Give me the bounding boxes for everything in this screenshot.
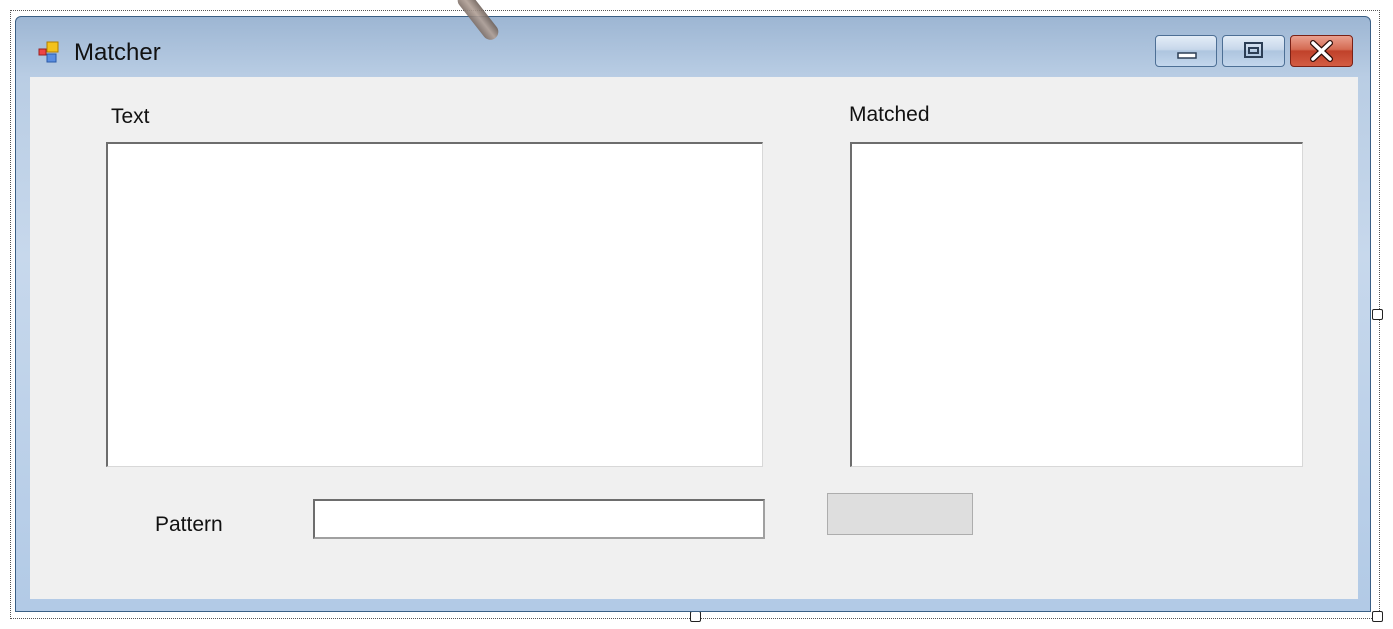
matched-label: Matched	[849, 103, 930, 126]
resize-handle-corner[interactable]	[1372, 611, 1383, 622]
pattern-label: Pattern	[155, 513, 223, 536]
maximize-button[interactable]	[1222, 35, 1285, 67]
form-window: Matcher Text Matched Pattern	[15, 16, 1371, 612]
restore-icon	[1244, 42, 1263, 58]
form-client-area: Text Matched Pattern	[30, 77, 1358, 599]
resize-handle-bottom[interactable]	[690, 611, 701, 622]
minimize-icon	[1177, 52, 1197, 59]
close-icon	[1310, 40, 1333, 62]
minimize-button[interactable]	[1155, 35, 1217, 67]
matched-output[interactable]	[850, 142, 1303, 467]
text-input[interactable]	[106, 142, 763, 467]
pattern-input[interactable]	[313, 499, 765, 539]
app-icon	[38, 41, 59, 63]
window-title: Matcher	[74, 39, 161, 66]
title-bar[interactable]: Matcher	[16, 17, 1370, 77]
match-button[interactable]	[827, 493, 973, 535]
resize-handle-right[interactable]	[1372, 309, 1383, 320]
close-button[interactable]	[1290, 35, 1353, 67]
text-label: Text	[111, 105, 150, 128]
